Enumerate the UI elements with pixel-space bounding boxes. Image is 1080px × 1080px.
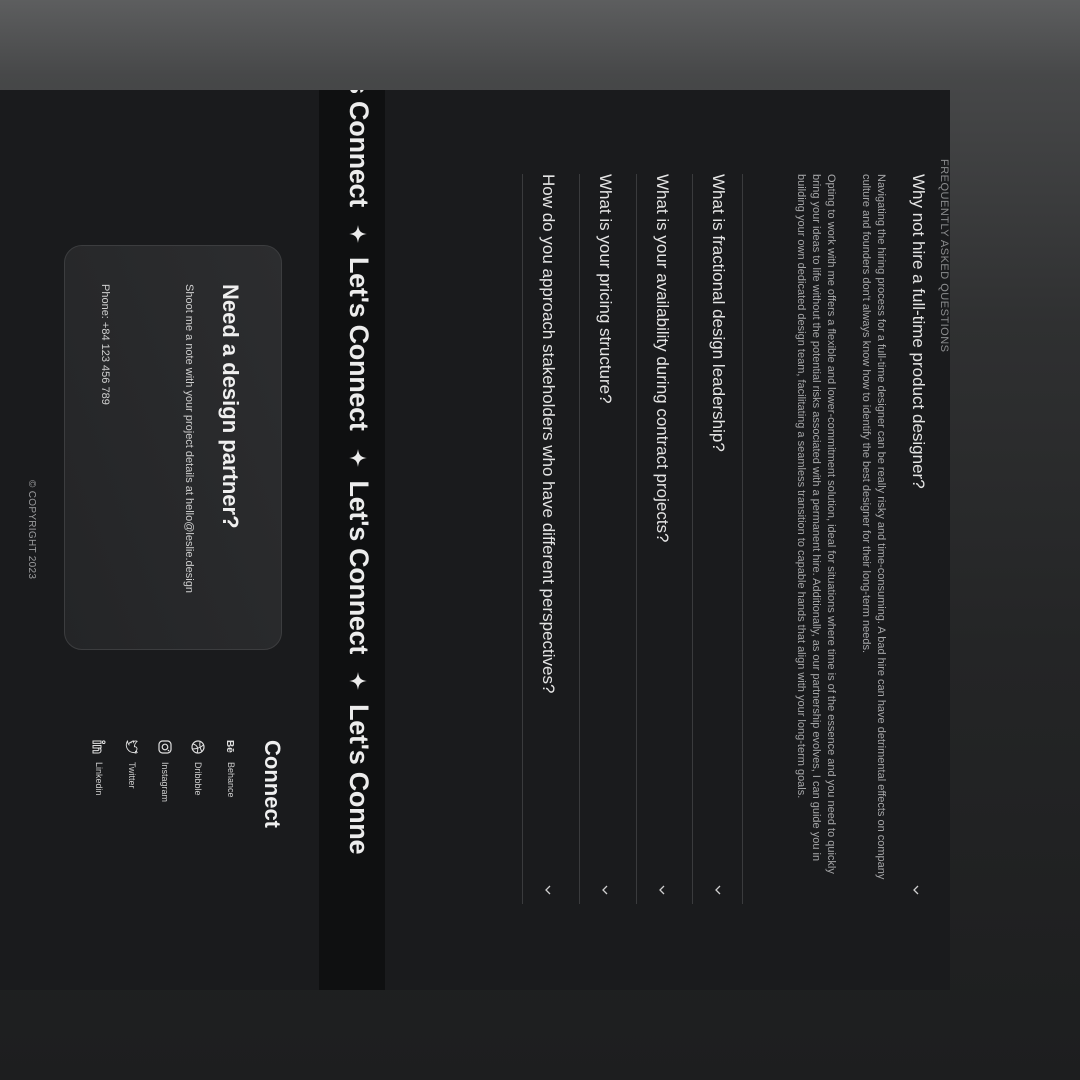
copyright: © COPYRIGHT 2023 — [26, 480, 37, 580]
twitter-icon — [125, 740, 139, 754]
phone-number[interactable]: Phone: +84 123 456 789 — [99, 284, 111, 405]
ticker-item: Let's Conne — [343, 672, 374, 854]
social-label: Behance — [226, 762, 236, 798]
faq-question[interactable]: What is your pricing structure? — [595, 174, 615, 874]
faq-question[interactable]: How do you approach stakeholders who hav… — [538, 174, 558, 874]
lets-connect-ticker[interactable]: ct Let's Connect Let's Connect Let's Con… — [319, 90, 385, 990]
social-link-instagram[interactable]: Instagram — [158, 740, 172, 802]
social-label: Twitter — [127, 762, 137, 789]
connect-title: Connect — [260, 740, 285, 828]
chevron-down-icon[interactable] — [542, 884, 554, 896]
rotated-page: FREQUENTLY ASKED QUESTIONS Why not hire … — [0, 90, 950, 990]
faq-item[interactable]: Why not hire a full-time product designe… — [742, 174, 928, 904]
ticker-text: Let's Connect — [344, 256, 374, 431]
faq-item[interactable]: What is your pricing structure? — [579, 174, 621, 904]
ticker-track: ct Let's Connect Let's Connect Let's Con… — [343, 90, 374, 872]
linkedin-icon — [92, 740, 106, 754]
faq-container: FREQUENTLY ASKED QUESTIONS Why not hire … — [390, 159, 950, 904]
faq-answer-paragraph: Navigating the hiring process for a full… — [860, 174, 887, 880]
dribbble-icon — [191, 740, 205, 754]
faq-answer-paragraph: Opting to work with me offers a flexible… — [795, 174, 837, 874]
social-label: Linkedin — [94, 762, 104, 796]
social-link-twitter[interactable]: Twitter — [125, 740, 139, 789]
card-title: Need a design partner? — [218, 284, 243, 529]
contact-card[interactable]: Need a design partner? Shoot me a note w… — [64, 245, 282, 650]
behance-icon: Bē — [224, 740, 235, 753]
faq-item[interactable]: What is fractional design leadership? — [692, 174, 734, 904]
ticker-item: Let's Connect — [343, 224, 374, 431]
social-label: Instagram — [160, 762, 170, 803]
connect-section: Connect Bē Behance Dribbble Instagram Tw… — [65, 740, 285, 940]
sparkle-icon — [349, 448, 368, 467]
chevron-down-icon[interactable] — [656, 884, 668, 896]
footer: Need a design partner? Shoot me a note w… — [0, 90, 319, 990]
contact-note[interactable]: Shoot me a note with your project detail… — [183, 284, 195, 593]
svg-text:Bē: Bē — [224, 740, 235, 753]
faq-kicker: FREQUENTLY ASKED QUESTIONS — [938, 159, 950, 353]
sparkle-icon — [349, 672, 368, 691]
chevron-down-icon[interactable] — [712, 884, 724, 896]
faq-item[interactable]: What is your availability during contrac… — [636, 174, 678, 904]
social-link-dribbble[interactable]: Dribbble — [191, 740, 205, 796]
ticker-item: Let's Connect — [343, 448, 374, 655]
social-label: Dribbble — [193, 762, 203, 796]
ticker-text: Let's Connect — [344, 480, 374, 655]
faq-question[interactable]: What is your availability during contrac… — [652, 174, 672, 874]
chevron-down-icon[interactable] — [599, 884, 611, 896]
ticker-text: Let's Connect — [344, 90, 374, 207]
social-link-linkedin[interactable]: Linkedin — [92, 740, 106, 796]
faq-question[interactable]: What is fractional design leadership? — [708, 174, 728, 874]
social-link-behance[interactable]: Bē Behance — [224, 740, 238, 798]
chevron-down-icon[interactable] — [910, 884, 922, 896]
faq-question[interactable]: Why not hire a full-time product designe… — [908, 174, 928, 874]
sparkle-icon — [349, 224, 368, 243]
instagram-icon — [158, 740, 172, 754]
ticker-item: Let's Connect — [343, 90, 374, 207]
faq-item[interactable]: How do you approach stakeholders who hav… — [522, 174, 564, 904]
faq-section: FREQUENTLY ASKED QUESTIONS Why not hire … — [390, 90, 950, 990]
page-viewport: FREQUENTLY ASKED QUESTIONS Why not hire … — [0, 90, 950, 990]
ticker-text: Let's Conne — [344, 704, 374, 855]
